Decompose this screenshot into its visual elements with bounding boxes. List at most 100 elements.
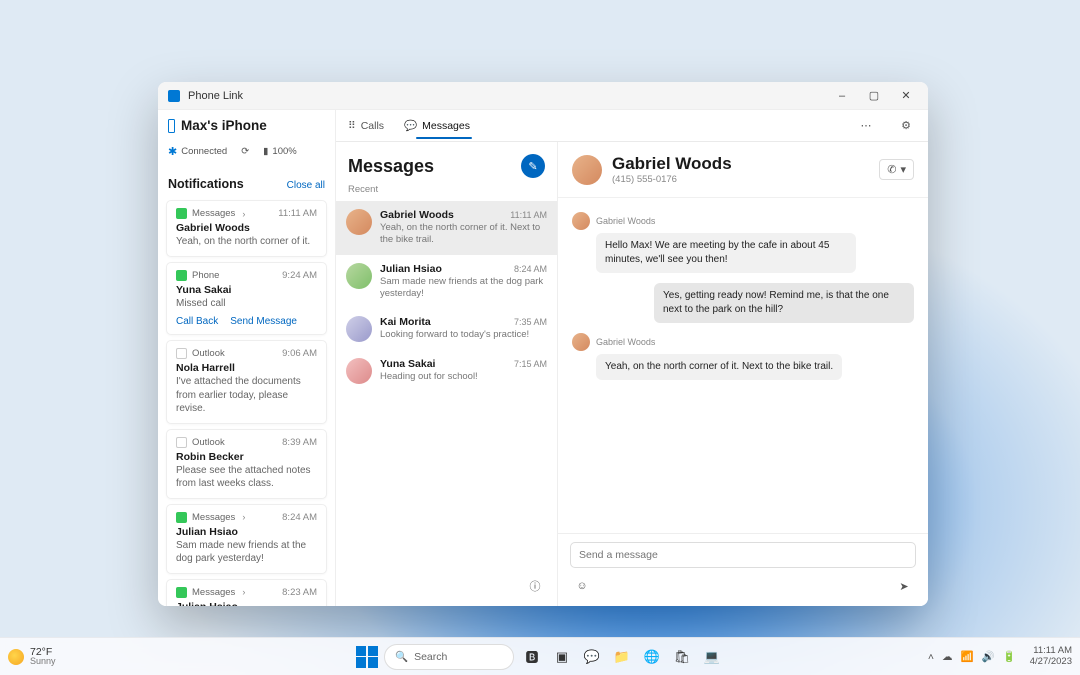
maximize-button[interactable]: ▢ (858, 84, 890, 108)
start-button[interactable] (356, 646, 378, 668)
chat-avatar (572, 155, 602, 185)
call-button[interactable]: ✆ ▾ (879, 159, 914, 180)
device-row[interactable]: Max's iPhone (168, 118, 325, 133)
info-icon: ⓘ (530, 578, 541, 594)
notification-card[interactable]: Messages › 11:11 AM Gabriel Woods Yeah, … (166, 200, 327, 257)
conversation-item[interactable]: Julian Hsiao 8:24 AM Sam made new friend… (336, 255, 557, 309)
taskbar-app-chat[interactable]: 💬 (580, 645, 604, 669)
minimize-button[interactable]: – (826, 84, 858, 108)
settings-button[interactable]: ⚙ (894, 114, 918, 138)
tab-bar: ⠿ Calls 💬 Messages ⋯ ⚙ (336, 110, 928, 142)
close-button[interactable]: ✕ (890, 84, 922, 108)
notification-app-icon (176, 348, 187, 359)
taskbar: 72°F Sunny 🔍 Search 🅱 ▣ 💬 📁 🌐 🛍 💻 ˄ ☁ 📶 … (0, 637, 1080, 675)
message-group: Gabriel Woods Yeah, on the north corner … (572, 333, 914, 380)
conversation-item[interactable]: Gabriel Woods 11:11 AM Yeah, on the nort… (336, 201, 557, 255)
conversation-preview: Looking forward to today's practice! (380, 329, 547, 341)
taskbar-app-store[interactable]: 🛍 (670, 645, 694, 669)
notification-app-icon (176, 208, 187, 219)
notification-time: 8:23 AM (282, 587, 317, 598)
chat-icon: 💬 (404, 119, 417, 132)
notification-card[interactable]: Messages › 8:24 AM Julian Hsiao Sam made… (166, 504, 327, 574)
message-bubble-outgoing: Yes, getting ready now! Remind me, is th… (654, 283, 914, 323)
notification-body: Yeah, on the north corner of it. (176, 235, 317, 249)
conversation-item[interactable]: Kai Morita 7:35 AM Looking forward to to… (336, 308, 557, 350)
conversation-preview: Heading out for school! (380, 371, 547, 383)
gear-icon: ⚙ (901, 119, 911, 132)
tray-wifi-icon[interactable]: 📶 (961, 650, 974, 663)
avatar (346, 316, 372, 342)
avatar (572, 333, 590, 351)
send-button[interactable]: ➤ (892, 574, 916, 598)
compose-button[interactable]: ✎ (521, 154, 545, 178)
composer: ☺ ➤ (558, 533, 928, 606)
avatar (572, 212, 590, 230)
notification-action[interactable]: Send Message (230, 316, 297, 327)
notification-app-name: Messages (192, 208, 235, 219)
notification-list: Messages › 11:11 AM Gabriel Woods Yeah, … (158, 195, 335, 606)
notification-title: Nola Harrell (176, 362, 317, 374)
notification-action[interactable]: Call Back (176, 316, 218, 327)
notification-app-name: Phone (192, 270, 219, 281)
tab-messages[interactable]: 💬 Messages (402, 113, 472, 138)
notification-card[interactable]: Messages › 8:23 AM Julian Hsiao Thanks f… (166, 579, 327, 607)
phone-handset-icon: ✆ (887, 163, 896, 176)
tray-chevron-icon[interactable]: ˄ (928, 651, 934, 663)
message-bubble-incoming: Yeah, on the north corner of it. Next to… (596, 354, 842, 380)
taskbar-search[interactable]: 🔍 Search (384, 644, 514, 670)
taskbar-app-explorer[interactable]: 📁 (610, 645, 634, 669)
weather-widget[interactable]: 72°F Sunny (8, 647, 56, 667)
notification-card[interactable]: Phone 9:24 AM Yuna Sakai Missed call Cal… (166, 262, 327, 336)
conversation-time: 7:15 AM (514, 359, 547, 369)
connection-status: ✱ Connected (168, 145, 227, 158)
conversation-time: 8:24 AM (514, 264, 547, 274)
battery-icon: ▮ (263, 146, 268, 157)
avatar (346, 263, 372, 289)
tray-battery-icon[interactable]: 🔋 (1003, 650, 1016, 663)
phone-link-window: Phone Link – ▢ ✕ Max's iPhone ✱ Connecte… (158, 82, 928, 606)
notification-card[interactable]: Outlook 9:06 AM Nola Harrell I've attach… (166, 340, 327, 424)
notification-app-name: Outlook (192, 348, 225, 359)
taskbar-app-edge[interactable]: 🌐 (640, 645, 664, 669)
notification-time: 9:24 AM (282, 270, 317, 281)
notification-app-icon (176, 512, 187, 523)
taskbar-app-phonelink[interactable]: 💻 (700, 645, 724, 669)
notification-title: Gabriel Woods (176, 222, 317, 234)
message-group: Yes, getting ready now! Remind me, is th… (572, 283, 914, 323)
battery-status: ▮ 100% (263, 146, 297, 157)
notification-app-name: Messages (192, 512, 235, 523)
info-button[interactable]: ⓘ (523, 574, 547, 598)
taskbar-app-copilot[interactable]: 🅱 (520, 645, 544, 669)
notification-time: 8:24 AM (282, 512, 317, 523)
refresh-button[interactable]: ⟳ (233, 139, 257, 163)
conversation-name: Gabriel Woods (380, 209, 454, 221)
taskbar-app-taskview[interactable]: ▣ (550, 645, 574, 669)
notification-title: Julian Hsiao (176, 601, 317, 607)
tray-onedrive-icon[interactable]: ☁ (942, 651, 953, 663)
message-sender: Gabriel Woods (596, 216, 655, 226)
tab-calls[interactable]: ⠿ Calls (346, 114, 386, 138)
more-button[interactable]: ⋯ (854, 114, 878, 138)
conversation-time: 7:35 AM (514, 317, 547, 327)
dialpad-icon: ⠿ (348, 120, 356, 132)
message-input[interactable] (570, 542, 916, 568)
taskbar-clock[interactable]: 11:11 AM 4/27/2023 (1030, 646, 1072, 667)
section-recent: Recent (336, 184, 557, 201)
message-bubble-incoming: Hello Max! We are meeting by the cafe in… (596, 233, 856, 273)
notification-app-name: Messages (192, 587, 235, 598)
tray-volume-icon[interactable]: 🔊 (982, 650, 995, 663)
close-all-link[interactable]: Close all (287, 180, 325, 191)
phone-icon (168, 119, 175, 133)
emoji-button[interactable]: ☺ (570, 574, 594, 598)
notification-app-icon (176, 270, 187, 281)
chat-contact-name: Gabriel Woods (612, 154, 869, 174)
notification-card[interactable]: Outlook 8:39 AM Robin Becker Please see … (166, 429, 327, 499)
avatar (346, 358, 372, 384)
emoji-icon: ☺ (576, 580, 587, 592)
conversation-item[interactable]: Yuna Sakai 7:15 AM Heading out for schoo… (336, 350, 557, 392)
chevron-down-icon: ▾ (900, 163, 906, 176)
conversation-preview: Sam made new friends at the dog park yes… (380, 276, 547, 301)
device-status: ✱ Connected ⟳ ▮ 100% (168, 139, 325, 163)
message-thread[interactable]: Gabriel Woods Hello Max! We are meeting … (558, 198, 928, 533)
notification-time: 11:11 AM (278, 208, 317, 219)
